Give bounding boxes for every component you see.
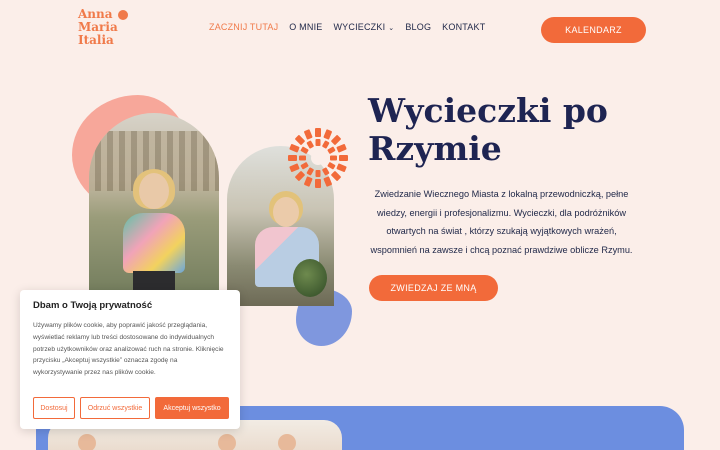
guide-photo-colosseum [89,113,219,303]
nav-item-kontakt[interactable]: KONTAKT [442,22,485,32]
logo-line-3: Italia [78,33,114,47]
nav-item-wycieczki-label: WYCIECZKI [333,22,386,32]
customize-button[interactable]: Dostosuj [33,397,75,419]
cookie-buttons: Dostosuj Odrzuć wszystkie Akceptuj wszys… [33,397,229,419]
calendar-button[interactable]: KALENDARZ [541,17,646,43]
page-title: Wycieczki po Rzymie [368,91,608,168]
guide-figure-with-artichokes [249,191,329,306]
nav-item-blog[interactable]: BLOG [405,22,431,32]
cookie-body: Używamy plików cookie, aby poprawić jako… [33,322,224,377]
explore-with-me-button[interactable]: ZWIEDZAJ ZE MNĄ [369,275,498,301]
site-header: Anna Maria Italia ZACZNIJ TUTAJ O MNIE W… [0,0,720,58]
chevron-down-icon: ⌄ [388,25,395,32]
reject-all-button[interactable]: Odrzuć wszystkie [80,397,150,419]
accept-all-button[interactable]: Akceptuj wszystko [155,397,229,419]
nav-item-zacznij-tutaj[interactable]: ZACZNIJ TUTAJ [209,22,278,32]
site-logo[interactable]: Anna Maria Italia [78,8,134,50]
decorative-rosette-icon [288,128,348,188]
guide-figure [119,169,189,303]
logo-flower-icon [118,10,128,20]
main-nav: ZACZNIJ TUTAJ O MNIE WYCIECZKI ⌄ BLOG KON… [209,22,485,32]
nav-item-wycieczki[interactable]: WYCIECZKI ⌄ [333,22,394,32]
cookie-consent-dialog: Dbam o Twoją prywatność Używamy plików c… [20,290,240,429]
cookie-title: Dbam o Twoją prywatność [33,300,153,311]
hero-description: Zwiedzanie Wiecznego Miasta z lokalną pr… [370,189,633,255]
nav-item-o-mnie[interactable]: O MNIE [289,22,322,32]
